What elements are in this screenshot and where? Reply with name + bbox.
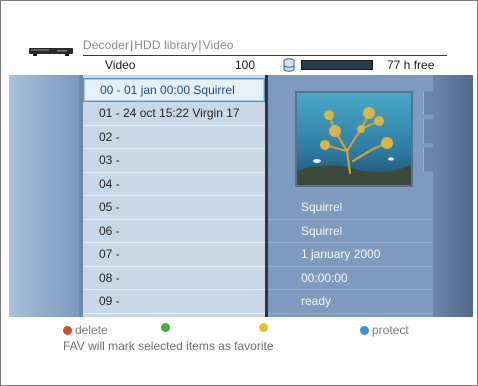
column-title: Video	[105, 58, 136, 72]
breadcrumb-separator: |	[130, 38, 134, 52]
recording-item[interactable]: 05 -	[83, 196, 265, 220]
coral-reef-thumbnail-image	[297, 93, 411, 185]
blue-key-protect[interactable]: protect	[360, 323, 409, 337]
recording-item[interactable]: 09 -	[83, 290, 265, 314]
detail-title: Squirrel	[268, 196, 433, 220]
button-legend: delete protect FAV will mark selected it…	[1, 319, 478, 359]
details-tab	[423, 147, 433, 171]
green-key-icon	[161, 323, 170, 332]
detail-channel: Squirrel	[268, 220, 433, 243]
yellow-key[interactable]	[259, 323, 271, 332]
details-tab	[423, 119, 433, 143]
breadcrumb-decoder[interactable]: Decoder	[83, 38, 129, 52]
favorite-hint: FAV will mark selected items as favorite	[63, 339, 274, 353]
right-decoration	[433, 75, 473, 317]
detail-duration: 00:00:00	[268, 267, 433, 290]
blue-key-label: protect	[372, 323, 409, 337]
storage-usage-bar	[301, 60, 373, 70]
recording-item[interactable]: 01 - 24 oct 15:22 Virgin 17	[83, 102, 265, 126]
recording-item[interactable]: 08 -	[83, 267, 265, 290]
breadcrumb-separator: |	[198, 38, 202, 52]
decoder-device-icon	[29, 48, 73, 56]
recording-item[interactable]: 07 -	[83, 243, 265, 267]
yellow-key-icon	[259, 323, 268, 332]
left-decoration	[9, 75, 79, 317]
recording-details: Squirrel Squirrel 1 january 2000 00:00:0…	[268, 75, 433, 317]
red-key-icon	[63, 325, 72, 335]
breadcrumb-hdd-library[interactable]: HDD library	[134, 38, 197, 52]
free-space-label: 77 h free	[387, 58, 435, 72]
screen-frame: Decoder|HDD library|Video Video 100 77 h…	[0, 0, 478, 386]
detail-date: 1 january 2000	[268, 243, 433, 267]
recording-count: 100	[235, 58, 256, 72]
recording-item[interactable]: 04 -	[83, 173, 265, 196]
recording-item[interactable]: 06 -	[83, 220, 265, 243]
breadcrumb: Decoder|HDD library|Video	[83, 38, 234, 52]
library-panel: 00 - 01 jan 00:00 Squirrel 01 - 24 oct 1…	[9, 75, 473, 317]
recording-item[interactable]: 00 - 01 jan 00:00 Squirrel	[83, 78, 265, 102]
storage-disk-icon	[283, 58, 295, 72]
blue-key-icon	[360, 325, 369, 335]
recording-list: 00 - 01 jan 00:00 Squirrel 01 - 24 oct 1…	[83, 75, 265, 317]
red-key-delete[interactable]: delete	[63, 323, 108, 337]
breadcrumb-video[interactable]: Video	[203, 38, 234, 52]
red-key-label: delete	[75, 323, 108, 337]
details-tab	[423, 91, 433, 115]
header-divider	[83, 55, 447, 56]
detail-status: ready	[268, 290, 433, 314]
green-key[interactable]	[161, 323, 173, 332]
recording-thumbnail	[295, 91, 413, 187]
recording-item[interactable]: 02 -	[83, 126, 265, 149]
recording-item[interactable]: 03 -	[83, 149, 265, 173]
